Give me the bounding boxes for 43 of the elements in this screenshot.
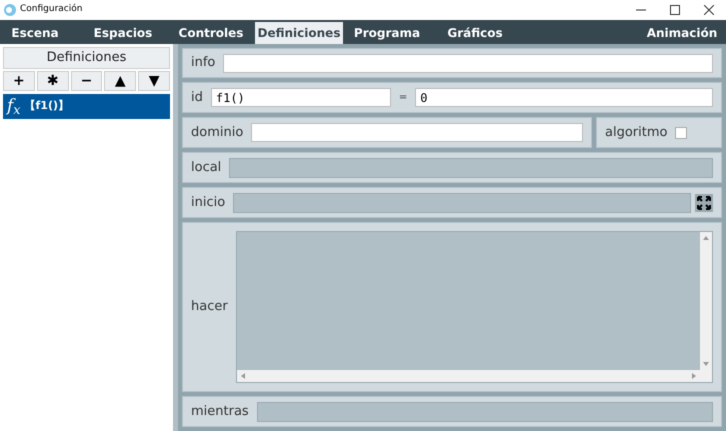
function-icon: f$_{x}$ — [7, 94, 20, 120]
scroll-down-icon[interactable] — [703, 362, 709, 366]
field-label: mientras — [191, 402, 249, 421]
maximize-icon[interactable] — [670, 5, 680, 15]
field-label: local — [191, 158, 222, 177]
expression-field[interactable]: 0 — [415, 88, 713, 107]
toolbar-button[interactable]: + — [3, 71, 35, 91]
expand-icon[interactable] — [695, 194, 713, 212]
scroll-left-icon[interactable] — [240, 373, 245, 379]
field-label: algoritmo — [605, 124, 668, 142]
info-field[interactable] — [223, 54, 713, 72]
close-icon[interactable] — [704, 5, 714, 15]
code-field[interactable] — [233, 192, 691, 212]
code-area[interactable] — [236, 231, 713, 383]
tab[interactable]: Animación — [638, 22, 726, 44]
field-label: hacer — [191, 298, 228, 316]
algorithm-checkbox[interactable] — [675, 126, 688, 138]
scroll-up-icon[interactable] — [703, 236, 709, 240]
code-field[interactable] — [256, 402, 713, 422]
field-label: inicio — [191, 194, 226, 212]
tab[interactable]: Gráficos — [431, 22, 519, 44]
scroll-right-icon[interactable] — [692, 373, 696, 379]
toolbar-button[interactable]: ▲ — [104, 71, 136, 91]
tab[interactable]: Controles — [167, 22, 255, 44]
code-field[interactable] — [229, 158, 713, 178]
tab[interactable]: Escena — [0, 22, 79, 44]
toolbar-button[interactable]: ▼ — [138, 71, 170, 91]
toolbar-button[interactable]: − — [70, 71, 102, 91]
field-label: id — [191, 88, 203, 107]
sidebar-title: Definiciones — [3, 47, 170, 69]
tab[interactable]: Espacios — [79, 22, 167, 44]
equals-sign: = — [398, 91, 408, 105]
item-label: 【f1()】 — [24, 98, 69, 114]
toolbar-button[interactable]: ✱ — [36, 71, 69, 91]
id-field[interactable]: f1() — [210, 88, 391, 107]
window-title: Configuración — [20, 3, 82, 16]
definition-item[interactable]: f$_{x}$ 【f1()】 — [3, 94, 170, 119]
app-icon — [4, 4, 16, 16]
field-label: dominio — [191, 124, 244, 142]
domain-field[interactable] — [251, 123, 583, 142]
field-label: info — [191, 54, 216, 72]
tab[interactable]: Programa — [343, 22, 431, 44]
tab[interactable]: Definiciones — [255, 22, 343, 44]
